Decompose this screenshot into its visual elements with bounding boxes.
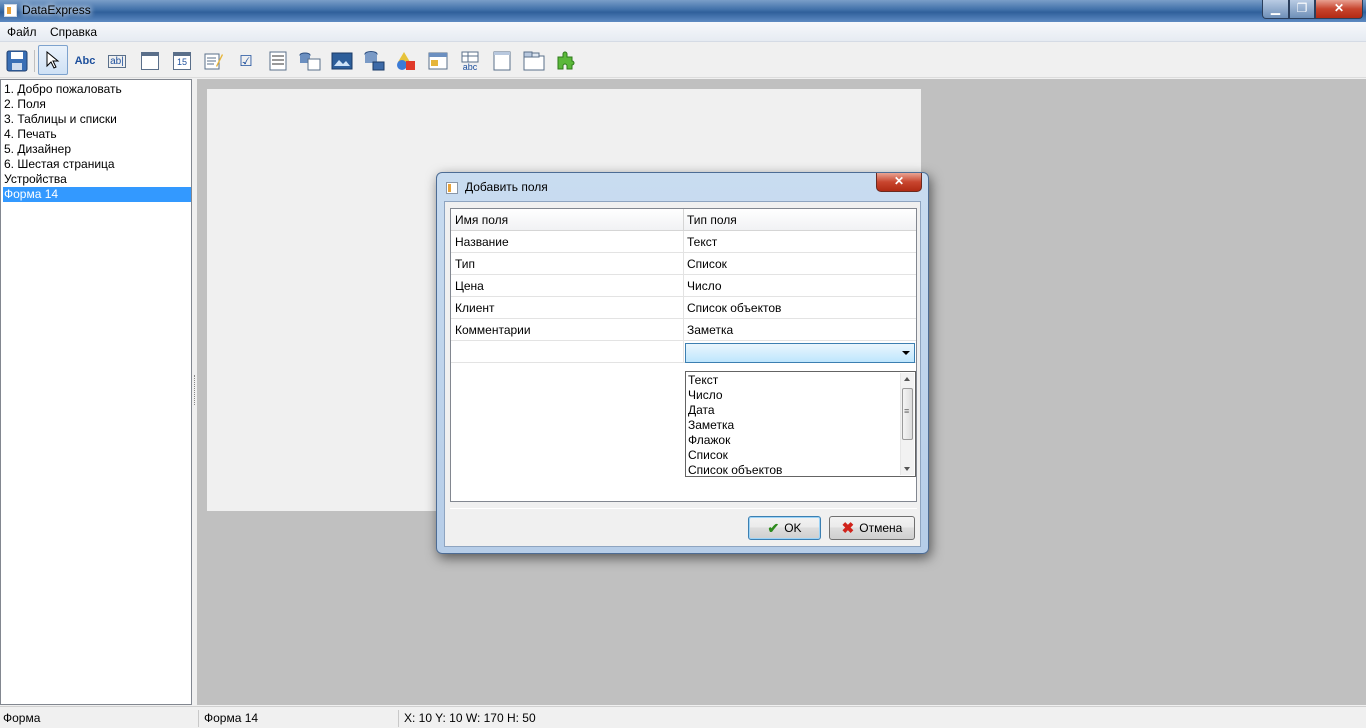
scroll-thumb[interactable] — [902, 388, 913, 440]
scroll-up-icon[interactable] — [904, 377, 910, 381]
splitter-grip — [194, 375, 195, 405]
status-geometry: X: 10 Y: 10 W: 170 H: 50 — [404, 711, 536, 725]
label-tool-icon[interactable]: Abc — [72, 48, 98, 74]
toolbar-separator — [34, 50, 35, 72]
field-type-cell[interactable]: Заметка — [683, 319, 733, 341]
cancel-button[interactable]: ✖ Отмена — [829, 516, 915, 540]
list-item-form-14[interactable]: Форма 14 — [3, 187, 191, 202]
close-button[interactable]: ✕ — [1315, 0, 1363, 19]
title-bar: DataExpress ▁ ❐ ✕ — [0, 0, 1366, 22]
field-type-dropdown: Текст Число Дата Заметка Флажок Список С… — [685, 371, 916, 477]
table-row[interactable]: Комментарии Заметка — [451, 319, 916, 341]
shape-tool-icon[interactable] — [393, 48, 419, 74]
dropdown-option-checkbox[interactable]: Флажок — [688, 433, 730, 448]
status-bar: Форма Форма 14 X: 10 Y: 10 W: 170 H: 50 — [0, 706, 1366, 728]
list-item-print[interactable]: 4. Печать — [3, 127, 191, 142]
ok-button-label: OK — [784, 521, 802, 535]
object-list-tool-icon[interactable] — [297, 48, 323, 74]
dialog-icon — [446, 182, 458, 194]
image-tool-icon[interactable] — [329, 48, 355, 74]
list-item-fields[interactable]: 2. Поля — [3, 97, 191, 112]
status-divider — [198, 710, 199, 727]
field-type-cell[interactable]: Число — [683, 275, 722, 297]
new-field-name-cell[interactable] — [451, 341, 683, 363]
ok-button[interactable]: ✔ OK — [748, 516, 821, 540]
dropdown-option-date[interactable]: Дата — [688, 403, 715, 418]
dropdown-option-list[interactable]: Список — [688, 448, 728, 463]
table-row[interactable]: Тип Список — [451, 253, 916, 275]
column-header-type[interactable]: Тип поля — [683, 209, 737, 231]
field-name-cell[interactable]: Клиент — [451, 297, 495, 319]
database-tool-icon[interactable] — [361, 48, 387, 74]
list-item-welcome[interactable]: 1. Добро пожаловать — [3, 82, 191, 97]
table-row[interactable]: Название Текст — [451, 231, 916, 253]
field-name-cell[interactable]: Комментарии — [451, 319, 531, 341]
minimize-button[interactable]: ▁ — [1262, 0, 1289, 19]
grid-header: Имя поля Тип поля — [451, 209, 916, 231]
fields-grid: Имя поля Тип поля Название Текст Тип Спи… — [450, 208, 917, 502]
scroll-down-icon[interactable] — [904, 467, 910, 471]
list-item-tables[interactable]: 3. Таблицы и списки — [3, 112, 191, 127]
window-tool-icon[interactable] — [425, 48, 451, 74]
add-fields-dialog: Добавить поля ✕ Имя поля Тип поля Назван… — [436, 172, 929, 554]
table-row[interactable]: Клиент Список объектов — [451, 297, 916, 319]
chevron-down-icon[interactable] — [902, 351, 910, 355]
status-mode: Форма — [3, 711, 41, 725]
number-tool-icon[interactable]: 15 — [169, 48, 195, 74]
textbox-tool-label: ab| — [108, 54, 126, 68]
list-item-devices[interactable]: Устройства — [3, 172, 191, 187]
cancel-x-icon: ✖ — [841, 520, 855, 537]
dropdown-option-text[interactable]: Текст — [688, 373, 718, 388]
list-item-designer[interactable]: 5. Дизайнер — [3, 142, 191, 157]
field-type-combobox[interactable] — [685, 343, 915, 363]
list-item-sixth-page[interactable]: 6. Шестая страница — [3, 157, 191, 172]
menu-bar: Файл Справка — [0, 22, 1366, 42]
dialog-body: Имя поля Тип поля Название Текст Тип Спи… — [444, 201, 921, 547]
forms-list: 1. Добро пожаловать 2. Поля 3. Таблицы и… — [0, 79, 192, 705]
toolbar: Abc ab| 15 ☑ abc — [0, 42, 1366, 78]
dropdown-scrollbar[interactable] — [900, 373, 914, 475]
checkmark-icon: ✔ — [767, 519, 780, 536]
save-icon[interactable] — [4, 48, 30, 74]
app-icon — [4, 4, 17, 17]
status-divider — [398, 710, 399, 727]
plugin-tool-icon[interactable] — [553, 48, 579, 74]
list-tool-icon[interactable] — [265, 48, 291, 74]
column-header-name[interactable]: Имя поля — [451, 209, 508, 231]
dialog-close-button[interactable]: ✕ — [876, 173, 922, 192]
maximize-button[interactable]: ❐ — [1289, 0, 1315, 19]
table-row[interactable]: Цена Число — [451, 275, 916, 297]
dropdown-option-number[interactable]: Число — [688, 388, 723, 403]
dropdown-option-memo[interactable]: Заметка — [688, 418, 734, 433]
field-name-cell[interactable]: Название — [451, 231, 509, 253]
window-title: DataExpress — [22, 3, 91, 17]
field-type-cell[interactable]: Список объектов — [683, 297, 781, 319]
status-form: Форма 14 — [204, 711, 259, 725]
page-tool-icon[interactable] — [489, 48, 515, 74]
menu-file[interactable]: Файл — [7, 25, 37, 39]
field-name-cell[interactable]: Тип — [451, 253, 475, 275]
cancel-button-label: Отмена — [859, 521, 903, 535]
new-field-row[interactable] — [451, 341, 916, 363]
dialog-separator — [450, 508, 917, 509]
grid-tool-label: abc — [462, 61, 478, 72]
checkbox-tool-icon[interactable]: ☑ — [233, 48, 259, 74]
date-tool-icon[interactable] — [137, 48, 163, 74]
textbox-tool-icon[interactable]: ab| — [104, 48, 130, 74]
column-divider — [683, 341, 684, 363]
menu-help[interactable]: Справка — [50, 25, 97, 39]
dropdown-option-object-list[interactable]: Список объектов — [688, 463, 782, 478]
tabs-tool-icon[interactable] — [521, 48, 547, 74]
grid-tool-icon[interactable]: abc — [457, 48, 483, 74]
field-type-cell[interactable]: Текст — [683, 231, 717, 253]
pointer-tool-icon[interactable] — [38, 45, 68, 75]
field-type-cell[interactable]: Список — [683, 253, 727, 275]
field-name-cell[interactable]: Цена — [451, 275, 484, 297]
dialog-title: Добавить поля — [465, 180, 548, 194]
number-tool-label: 15 — [173, 52, 191, 70]
memo-tool-icon[interactable] — [201, 48, 227, 74]
